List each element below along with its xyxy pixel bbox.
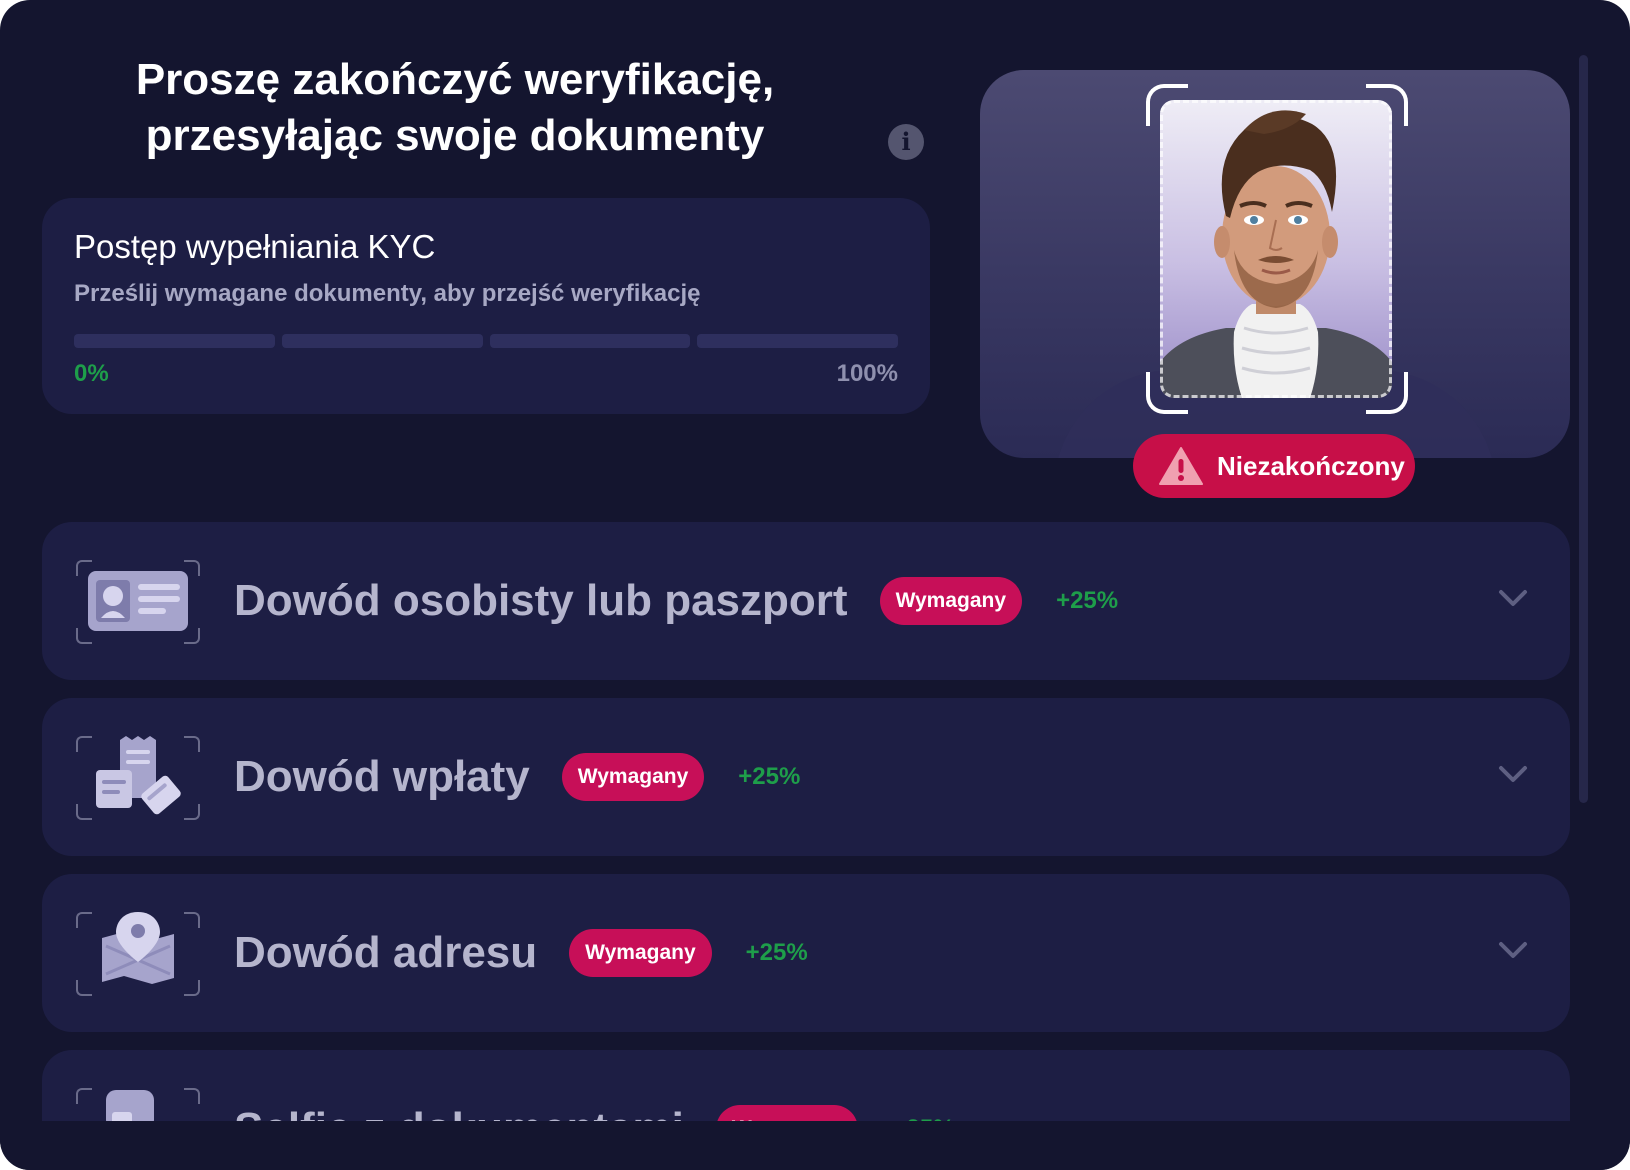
required-badge: Wymagany [879, 577, 1023, 625]
vertical-scrollbar[interactable] [1579, 55, 1588, 803]
frame-corner [1146, 372, 1188, 414]
status-badge: Niezakończony [1133, 434, 1415, 498]
section-title: Dowód wpłaty [234, 752, 530, 801]
info-icon[interactable]: i [888, 124, 924, 160]
title-line-1: Proszę zakończyć weryfikację, [135, 55, 775, 104]
kyc-progress-card: Postęp wypełniania KYC Prześlij wymagane… [42, 198, 930, 414]
status-label: Niezakończony [1217, 450, 1405, 481]
progress-title: Postęp wypełniania KYC [74, 228, 436, 265]
progress-bar [74, 334, 898, 348]
section-title: Dowód adresu [234, 928, 538, 977]
window-bottom-edge [0, 1121, 1630, 1170]
section-id-document[interactable]: Dowód osobisty lub paszport Wymagany +25… [42, 522, 1570, 680]
section-percent: +25% [1056, 587, 1119, 614]
progress-segment [74, 334, 275, 348]
section-title: Dowód osobisty lub paszport [234, 576, 848, 625]
section-percent: +25% [745, 939, 808, 966]
frame-corner [1366, 84, 1408, 126]
id-card-icon [76, 560, 200, 644]
kyc-window: Proszę zakończyć weryfikację, przesyłają… [0, 0, 1630, 1170]
progress-start-label: 0% [74, 360, 109, 387]
required-badge: Wymagany [561, 753, 705, 801]
progress-subtitle: Prześlij wymagane dokumenty, aby przejść… [74, 280, 701, 307]
progress-segment [281, 334, 483, 348]
title-line-2: przesyłając swoje dokumenty [145, 111, 765, 160]
progress-segment [697, 334, 898, 348]
receipt-card-icon [76, 736, 200, 820]
map-pin-icon [76, 912, 200, 996]
progress-segment [489, 334, 691, 348]
section-payment-proof[interactable]: Dowód wpłaty Wymagany +25% [42, 698, 1570, 856]
progress-end-label: 100% [836, 360, 898, 387]
photo-dashed-frame [1160, 100, 1392, 398]
page-title: Proszę zakończyć weryfikację, przesyłają… [60, 52, 850, 164]
selfie-preview-card[interactable] [980, 70, 1570, 458]
warning-triangle-icon [1159, 447, 1203, 485]
required-badge: Wymagany [569, 929, 712, 977]
frame-corner [1366, 372, 1408, 414]
chevron-down-icon[interactable] [1498, 588, 1528, 608]
frame-corner [1146, 84, 1188, 126]
section-percent: +25% [738, 763, 801, 790]
section-address-proof[interactable]: Dowód adresu Wymagany +25% [42, 874, 1570, 1032]
chevron-down-icon[interactable] [1498, 940, 1528, 960]
chevron-down-icon[interactable] [1498, 764, 1528, 784]
